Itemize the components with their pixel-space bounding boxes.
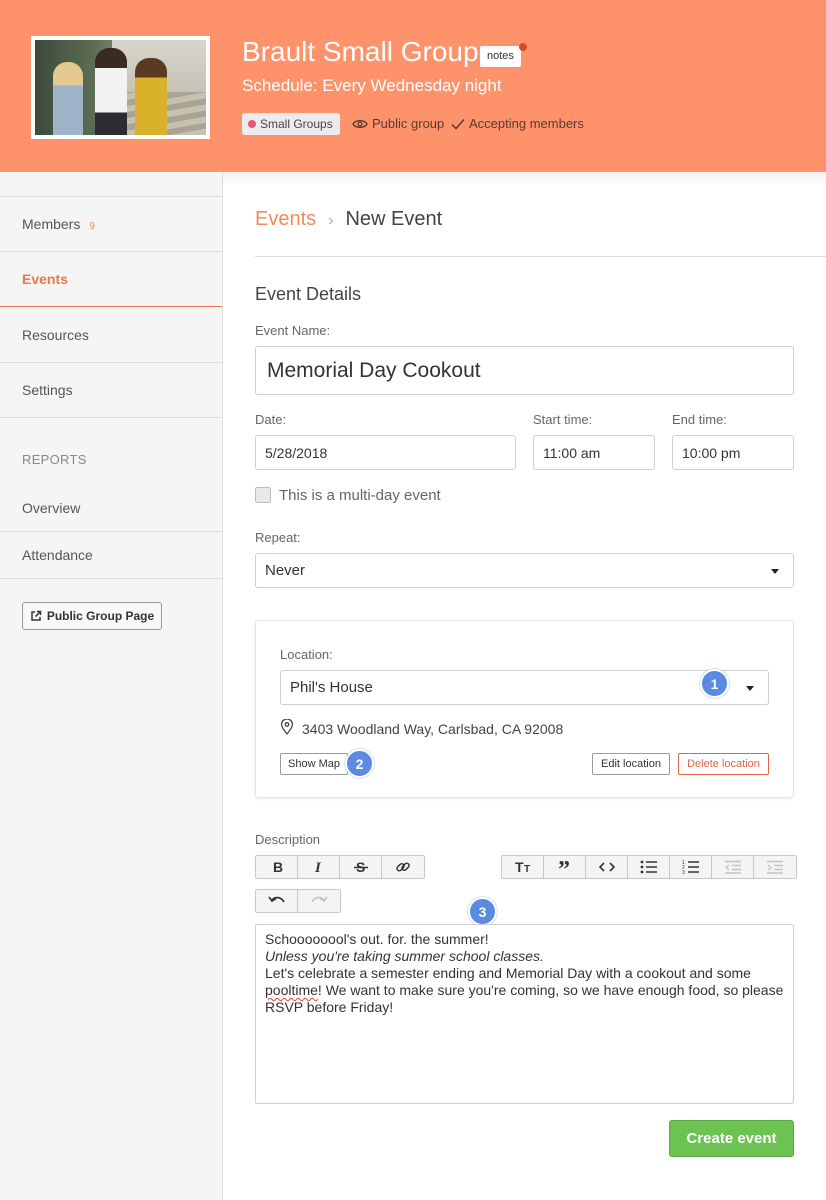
- description-paragraph: Let's celebrate a semester ending and Me…: [265, 965, 784, 1016]
- date-field[interactable]: 5/28/2018: [255, 435, 516, 470]
- description-editor[interactable]: Schoooooool's out. for. the summer! Unle…: [255, 924, 794, 1104]
- sidebar-item-settings[interactable]: Settings: [0, 363, 222, 418]
- block-toolbar: TT ” 123: [501, 855, 797, 879]
- sidebar-item-resources[interactable]: Resources: [0, 307, 222, 363]
- sidebar-item-label: Attendance: [22, 547, 93, 563]
- sidebar-top-spacer: [0, 172, 222, 197]
- end-time-label: End time:: [672, 412, 727, 427]
- italic-icon[interactable]: I: [298, 856, 340, 878]
- chevron-down-icon: [771, 568, 779, 574]
- description-text: Let's celebrate a semester ending and Me…: [265, 965, 751, 981]
- start-time-field[interactable]: 11:00 am: [533, 435, 655, 470]
- reports-heading: REPORTS: [22, 452, 87, 467]
- location-card: Location: Phil's House 3403 Woodland Way…: [255, 620, 794, 798]
- divider: [255, 256, 826, 257]
- tag-dot-icon: [248, 120, 256, 128]
- event-name-label: Event Name:: [255, 323, 331, 338]
- group-title: Brault Small Group: [242, 36, 479, 67]
- location-value: Phil's House: [290, 679, 373, 696]
- edit-location-button[interactable]: Edit location: [592, 753, 670, 775]
- multiday-label[interactable]: This is a multi-day event: [279, 487, 441, 504]
- svg-text:T: T: [524, 864, 530, 874]
- eye-icon: [352, 119, 368, 128]
- sidebar-item-overview[interactable]: Overview: [0, 484, 222, 532]
- description-label: Description: [255, 832, 321, 847]
- chevron-down-icon: [746, 685, 754, 691]
- code-icon[interactable]: [586, 856, 628, 878]
- link-icon[interactable]: [382, 856, 424, 878]
- notes-badge[interactable]: notes: [480, 46, 521, 67]
- group-schedule: Schedule: Every Wednesday night: [242, 76, 502, 95]
- svg-text:3: 3: [682, 870, 685, 874]
- description-line: Schoooooool's out. for. the summer!: [265, 931, 489, 947]
- repeat-value: Never: [265, 562, 306, 579]
- sidebar-item-label: Members: [22, 216, 81, 232]
- sidebar-item-attendance[interactable]: Attendance: [0, 532, 222, 579]
- repeat-select[interactable]: Never: [255, 553, 794, 588]
- public-group-page-button[interactable]: Public Group Page: [22, 602, 162, 630]
- strikethrough-icon[interactable]: S: [340, 856, 382, 878]
- external-link-icon: [31, 610, 42, 621]
- group-type-label: Small Groups: [260, 117, 333, 131]
- svg-text:T: T: [515, 860, 524, 874]
- svg-text:I: I: [314, 860, 322, 874]
- date-label: Date:: [255, 412, 287, 427]
- callout-badge-1: 1: [700, 669, 729, 698]
- breadcrumb: Events › New Event: [255, 208, 442, 231]
- quote-icon[interactable]: ”: [544, 856, 586, 878]
- heading-icon[interactable]: TT: [502, 856, 544, 878]
- visibility-status: Public group: [352, 116, 444, 131]
- indent-icon[interactable]: [754, 856, 796, 878]
- outdent-icon[interactable]: [712, 856, 754, 878]
- location-label: Location:: [280, 647, 333, 662]
- sidebar-item-label: Overview: [22, 499, 81, 516]
- event-name-field[interactable]: Memorial Day Cookout: [255, 346, 794, 395]
- membership-status: Accepting members: [451, 116, 584, 131]
- group-photo: [31, 36, 210, 139]
- main-content: Events › New Event Event Details Event Nam…: [223, 172, 826, 1200]
- svg-text:B: B: [273, 860, 283, 874]
- breadcrumb-events-link[interactable]: Events: [255, 208, 316, 230]
- history-toolbar: [255, 889, 341, 913]
- section-title: Event Details: [255, 284, 362, 304]
- delete-location-button[interactable]: Delete location: [678, 753, 769, 775]
- notes-notification-dot: [519, 43, 527, 51]
- visibility-label: Public group: [372, 116, 445, 131]
- location-select[interactable]: Phil's House: [280, 670, 769, 705]
- location-address: 3403 Woodland Way, Carlsbad, CA 92008: [302, 721, 564, 737]
- sidebar-item-members[interactable]: Members 9: [0, 197, 222, 252]
- sidebar-item-events[interactable]: Events: [0, 252, 222, 307]
- repeat-label: Repeat:: [255, 530, 301, 545]
- sidebar-item-label: Resources: [22, 326, 89, 343]
- sidebar: Members 9 Events Resources Settings REPO…: [0, 172, 223, 1200]
- group-header: Brault Small Group notes Schedule: Every…: [0, 0, 826, 172]
- sidebar-item-label: Events: [22, 271, 68, 287]
- membership-label: Accepting members: [469, 116, 584, 131]
- callout-badge-2: 2: [345, 749, 374, 778]
- svg-text:”: ”: [558, 860, 570, 874]
- group-type-tag: Small Groups: [242, 113, 340, 135]
- undo-icon[interactable]: [256, 890, 298, 912]
- format-toolbar: B I S: [255, 855, 425, 879]
- breadcrumb-current: New Event: [345, 208, 443, 230]
- create-event-button[interactable]: Create event: [669, 1120, 794, 1157]
- breadcrumb-separator-icon: ›: [328, 212, 334, 229]
- start-time-label: Start time:: [533, 412, 593, 427]
- checkmark-icon: [451, 118, 465, 130]
- end-time-field[interactable]: 10:00 pm: [672, 435, 794, 470]
- bold-icon[interactable]: B: [256, 856, 298, 878]
- numbered-list-icon[interactable]: 123: [670, 856, 712, 878]
- misspelled-word: pooltime: [265, 982, 318, 998]
- bullet-list-icon[interactable]: [628, 856, 670, 878]
- members-count: 9: [89, 220, 95, 232]
- description-line: Unless you're taking summer school class…: [265, 948, 544, 964]
- description-text: ! We want to make sure you're coming, so…: [265, 982, 784, 1015]
- callout-badge-3: 3: [468, 897, 497, 926]
- multiday-checkbox[interactable]: [255, 487, 271, 503]
- sidebar-item-label: Settings: [22, 382, 73, 398]
- map-pin-icon: [280, 719, 294, 735]
- show-map-button[interactable]: Show Map: [280, 753, 348, 775]
- redo-icon[interactable]: [298, 890, 340, 912]
- public-group-page-label: Public Group Page: [46, 609, 155, 623]
